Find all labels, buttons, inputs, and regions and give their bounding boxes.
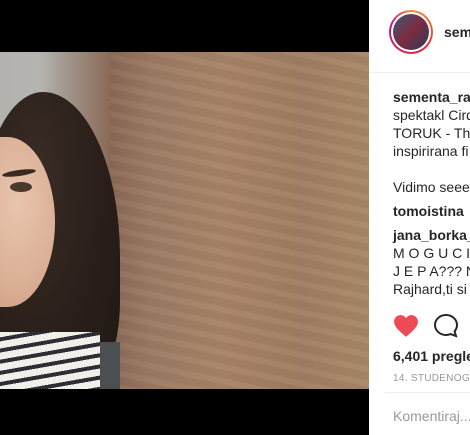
header-username[interactable]: sementa_ra [444,24,470,40]
post-media[interactable] [0,0,369,435]
wood-wall [110,52,369,389]
caption-line: inspirirana fi [393,143,469,159]
comment-text-line: M O G U C I [393,245,470,261]
comment-text-line: J E P A??? N [393,263,470,279]
post-header: sementa_ra [369,0,470,73]
caption-line: TORUK - Th [393,125,470,141]
comment-text-line: Rajhard,ti si [393,281,467,297]
comment-list: tomoistina jana_borka_ M O G U C I J E P… [393,202,470,298]
caption-line: spektakl Cirq [393,107,470,123]
video-frame[interactable] [0,52,369,389]
post-side-panel: sementa_ra sementa_ra spektakl Cirq TORU… [369,0,470,435]
caption: sementa_ra spektakl Cirq TORUK - Th insp… [393,88,470,196]
post-date[interactable]: 14. STUDENOGA [393,373,470,384]
speech-bubble-icon[interactable] [433,313,459,339]
story-ring[interactable] [389,10,433,54]
comment-username[interactable]: jana_borka_ [393,226,470,244]
caption-username[interactable]: sementa_ra [393,88,470,106]
divider [385,392,470,393]
person-eye [10,182,32,192]
person-striped-shirt [0,332,100,389]
comment-input[interactable] [393,408,470,424]
view-count[interactable]: 6,401 pregle [393,348,470,364]
comment-username[interactable]: tomoistina [393,202,470,220]
avatar-border [391,12,431,52]
caption-line: Vidimo seeee [393,179,470,195]
avatar[interactable] [393,14,429,50]
heart-icon[interactable] [393,314,419,338]
